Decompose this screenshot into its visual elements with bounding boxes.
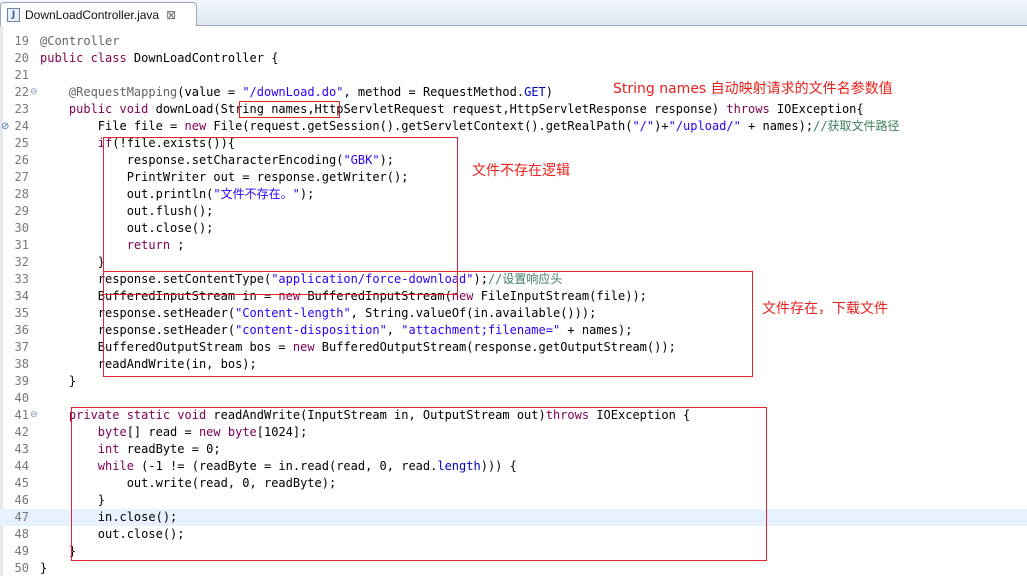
code-text: @RequestMapping(value = "/downLoad.do", … [40, 84, 553, 101]
code-editor[interactable]: 19 @Controller 20 public class DownLoadCont… [0, 26, 1027, 576]
line-number: 21 [14, 68, 29, 82]
code-token: @Controller [40, 34, 120, 48]
code-line[interactable]: 20 public class DownLoadController { [0, 50, 1027, 67]
line-number: 35 [14, 306, 29, 320]
code-token: throws [726, 102, 770, 116]
line-number: 24 [14, 119, 29, 133]
code-line[interactable]: 19 @Controller [0, 33, 1027, 50]
code-token: (value = [177, 85, 243, 99]
code-line[interactable]: 40 [0, 390, 1027, 407]
file-tab-title: DownLoadController.java [25, 7, 160, 22]
java-file-icon: J [7, 7, 20, 22]
code-text: @Controller [40, 33, 119, 50]
line-number: 47 [14, 510, 29, 524]
fold-toggle-icon[interactable]: ⊖ [30, 84, 38, 101]
line-number: 37 [14, 340, 29, 354]
code-text: public class DownLoadController { [40, 50, 278, 67]
code-token: } [40, 374, 77, 388]
line-number: 29 [14, 204, 29, 218]
code-token: } [40, 255, 106, 269]
code-token: if [40, 136, 113, 150]
line-number: 44 [14, 459, 29, 473]
code-token: downLoad(String names,HttpServletRequest… [148, 102, 727, 116]
line-number: 32 [14, 255, 29, 269]
line-number: 41 [14, 408, 29, 422]
file-tab[interactable]: J DownLoadController.java ⊠ [0, 2, 197, 26]
code-token: File file = [40, 119, 185, 133]
line-number: 45 [14, 476, 29, 490]
line-number: 27 [14, 170, 29, 184]
code-token: ) [545, 85, 554, 99]
code-token: DownLoadController { [126, 51, 279, 65]
line-number: 43 [14, 442, 29, 456]
close-tab-icon[interactable]: ⊠ [166, 8, 176, 22]
code-line[interactable]: ⊘ 24 File file = new File(request.getSess… [0, 118, 1027, 135]
code-text: } [40, 373, 76, 390]
code-token: )+ [654, 119, 669, 133]
line-number: 34 [14, 289, 29, 303]
names-param-highlight-box [239, 101, 340, 118]
names-param-note: String names 自动映射请求的文件名参数值 [613, 81, 893, 97]
fold-toggle-icon[interactable]: ⊖ [30, 407, 38, 424]
line-number: 20 [14, 51, 29, 65]
read-and-write-method-box [71, 407, 767, 561]
line-number: 30 [14, 221, 29, 235]
code-line[interactable]: 50} [0, 560, 1027, 577]
line-number: 33 [14, 272, 29, 286]
line-number: 42 [14, 425, 29, 439]
code-token: "/upload/" [668, 119, 741, 133]
code-token: "/" [632, 119, 655, 133]
line-number: 46 [14, 493, 29, 507]
line-number: 23 [14, 102, 29, 116]
code-token: File(request.getSession().getServletCont… [206, 119, 633, 133]
line-number: 26 [14, 153, 29, 167]
code-text: } [40, 254, 105, 271]
code-line[interactable]: 23 public void downLoad(String names,Htt… [0, 101, 1027, 118]
code-token: public class [40, 51, 127, 65]
line-number: 50 [14, 561, 29, 575]
line-number: 38 [14, 357, 29, 371]
code-token: , method = RequestMethod. [343, 85, 525, 99]
line-number: 49 [14, 544, 29, 558]
not-exist-note: 文件不存在逻辑 [472, 163, 570, 179]
line-number: 19 [14, 34, 29, 48]
code-token: new [184, 119, 207, 133]
code-text: public void downLoad(String names,HttpSe… [40, 101, 864, 118]
line-number: 39 [14, 374, 29, 388]
line-number: 48 [14, 527, 29, 541]
code-token: "/downLoad.do" [242, 85, 344, 99]
line-number: 31 [14, 238, 29, 252]
exist-download-note: 文件存在，下载文件 [762, 301, 888, 317]
editor-tab-bar: J DownLoadController.java ⊠ [0, 0, 1027, 26]
line-number: 25 [14, 136, 29, 150]
line-number: 28 [14, 187, 29, 201]
line-number: 22 [14, 85, 29, 99]
file-download-logic-box [103, 271, 753, 377]
code-text: } [40, 560, 47, 577]
code-token: //获取文件路径 [813, 119, 900, 133]
code-token: @RequestMapping [40, 85, 178, 99]
line-number: 36 [14, 323, 29, 337]
code-token: GET [524, 85, 546, 99]
line-number: 40 [14, 391, 29, 405]
code-token: + names); [740, 119, 814, 133]
code-token: public void [40, 102, 149, 116]
code-token: } [40, 561, 48, 575]
code-token: IOException{ [769, 102, 864, 116]
code-text: File file = new File(request.getSession(… [40, 118, 900, 135]
